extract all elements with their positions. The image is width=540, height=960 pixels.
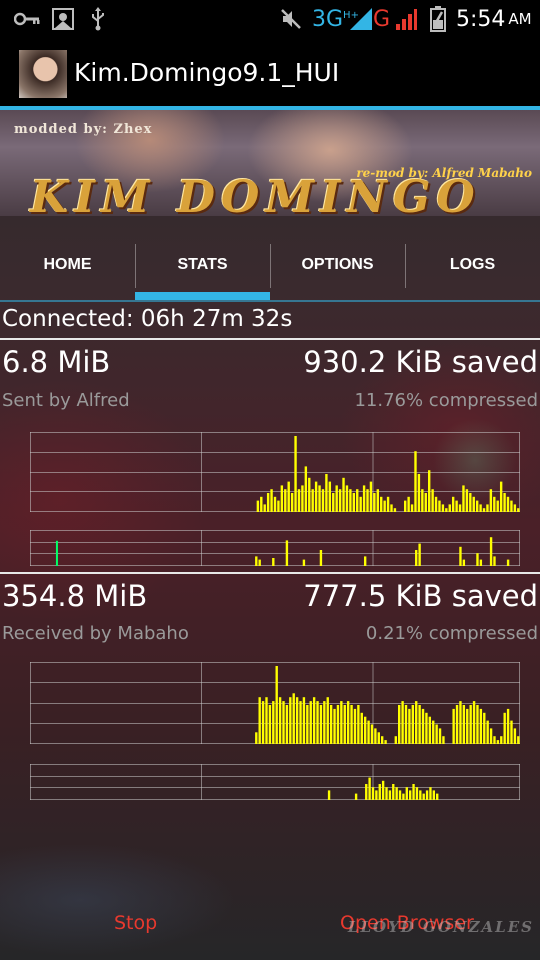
received-amount: 354.8 MiB bbox=[2, 579, 148, 613]
received-saved: 777.5 KiB saved bbox=[303, 579, 538, 613]
sent-traffic-graph-svg bbox=[30, 432, 520, 512]
received-traffic-graph bbox=[30, 662, 520, 744]
stop-button[interactable]: Stop bbox=[114, 912, 157, 934]
received-compression-graph bbox=[30, 764, 520, 800]
connected-duration: Connected: 06h 27m 32s bbox=[2, 306, 293, 332]
sent-saved: 930.2 KiB saved bbox=[303, 345, 538, 379]
sent-compression-graph bbox=[30, 530, 520, 566]
sent-amount: 6.8 MiB bbox=[2, 345, 111, 379]
received-compression-graph-svg bbox=[30, 764, 520, 800]
sent-traffic-graph bbox=[30, 432, 520, 512]
received-compressed: 0.21% compressed bbox=[365, 623, 538, 644]
graph-grid bbox=[30, 662, 520, 744]
sent-compression-graph-svg bbox=[30, 530, 520, 566]
watermark: LLOYD GONZALES bbox=[347, 918, 534, 936]
stats-panel: Connected: 06h 27m 32s 6.8 MiB 930.2 KiB… bbox=[0, 0, 540, 960]
divider bbox=[0, 338, 540, 340]
received-traffic-graph-svg bbox=[30, 662, 520, 744]
received-label: Received by Mabaho bbox=[2, 623, 189, 644]
sent-compressed: 11.76% compressed bbox=[354, 390, 538, 411]
divider bbox=[0, 572, 540, 574]
graph-grid bbox=[30, 764, 520, 800]
graph-grid bbox=[30, 530, 520, 566]
sent-label: Sent by Alfred bbox=[2, 390, 130, 411]
